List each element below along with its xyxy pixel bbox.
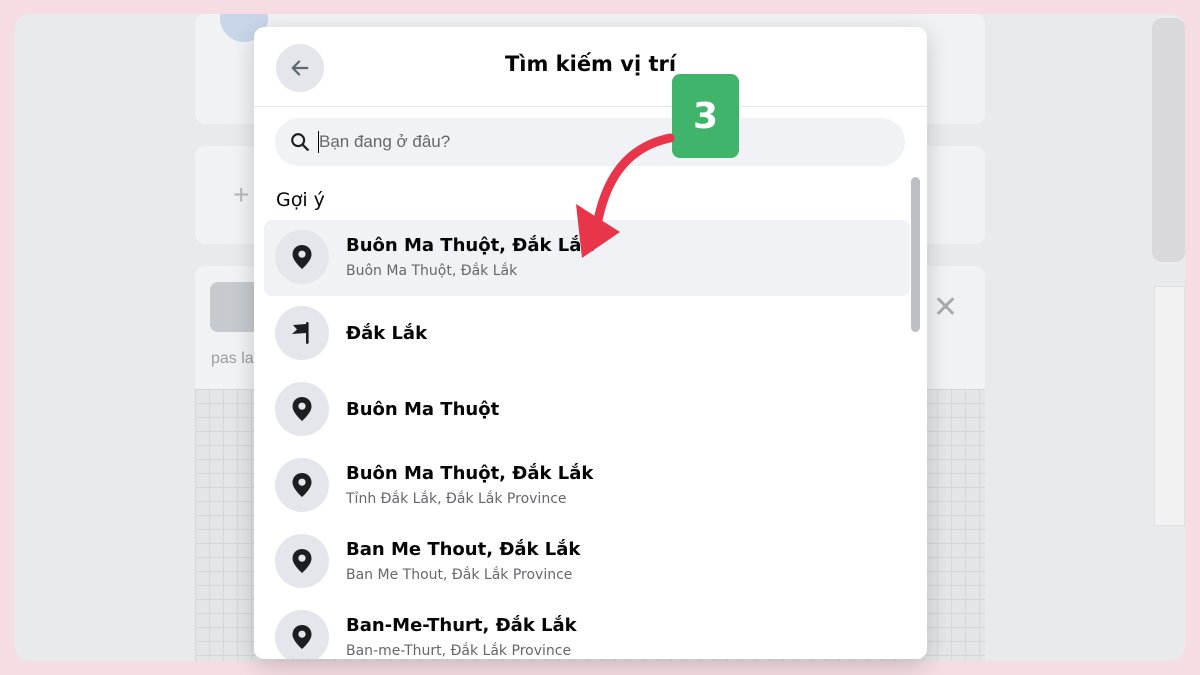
suggestion-list: Buôn Ma Thuột, Đắk Lắk Buôn Ma Thuột, Đắ… — [264, 220, 910, 659]
suggestion-item[interactable]: Đắk Lắk — [264, 296, 910, 372]
suggestion-title: Buôn Ma Thuột — [346, 399, 500, 420]
bg-right-panel — [1152, 18, 1185, 262]
scrollbar-thumb[interactable] — [911, 177, 920, 332]
bg-post-text: pas la — [211, 350, 254, 367]
flag-icon — [275, 306, 329, 360]
bg-close-icon: ✕ — [933, 290, 959, 325]
dialog-header: Tìm kiếm vị trí — [254, 27, 927, 107]
suggestion-item[interactable]: Buôn Ma Thuột — [264, 372, 910, 448]
bg-post-avatar — [210, 282, 260, 332]
suggestion-item[interactable]: Ban Me Thout, Đắk Lắk Ban Me Thout, Đắk … — [264, 524, 910, 600]
suggestions-heading: Gợi ý — [276, 189, 325, 211]
suggestion-text: Ban Me Thout, Đắk Lắk Ban Me Thout, Đắk … — [346, 524, 580, 600]
suggestion-subtitle: Tỉnh Đắk Lắk, Đắk Lắk Province — [346, 491, 567, 507]
bg-plus-icon: + — [233, 179, 250, 210]
suggestion-title: Ban-Me-Thurt, Đắk Lắk — [346, 615, 577, 636]
dialog-title: Tìm kiếm vị trí — [504, 52, 677, 76]
map-pin-icon — [275, 610, 329, 659]
suggestion-title: Ban Me Thout, Đắk Lắk — [346, 539, 581, 560]
map-pin-icon — [275, 382, 329, 436]
suggestion-subtitle: Ban Me Thout, Đắk Lắk Province — [346, 567, 573, 583]
suggestion-item[interactable]: Ban-Me-Thurt, Đắk Lắk Ban-me-Thurt, Đắk … — [264, 600, 910, 659]
suggestion-text: Buôn Ma Thuột — [346, 372, 499, 448]
suggestion-text: Đắk Lắk — [346, 296, 427, 372]
map-pin-icon — [275, 230, 329, 284]
suggestion-item[interactable]: Buôn Ma Thuột, Đắk Lắk Tỉnh Đắk Lắk, Đắk… — [264, 448, 910, 524]
suggestion-subtitle: Ban-me-Thurt, Đắk Lắk Province — [346, 643, 572, 659]
suggestion-subtitle: Buôn Ma Thuột, Đắk Lắk — [346, 263, 518, 279]
red-arrow-icon — [576, 133, 675, 258]
bg-sponsored-ad — [1154, 286, 1185, 526]
suggestion-title: Đắk Lắk — [346, 323, 428, 344]
suggestion-text: Buôn Ma Thuột, Đắk Lắk Buôn Ma Thuột, Đắ… — [346, 220, 593, 296]
search-icon — [291, 133, 309, 151]
suggestion-title: Buôn Ma Thuột, Đắk Lắk — [346, 235, 594, 256]
suggestion-text: Buôn Ma Thuột, Đắk Lắk Tỉnh Đắk Lắk, Đắk… — [346, 448, 593, 524]
suggestion-text: Ban-Me-Thurt, Đắk Lắk Ban-me-Thurt, Đắk … — [346, 600, 577, 659]
map-pin-icon — [275, 458, 329, 512]
suggestion-title: Buôn Ma Thuột, Đắk Lắk — [346, 463, 594, 484]
map-pin-icon — [275, 534, 329, 588]
